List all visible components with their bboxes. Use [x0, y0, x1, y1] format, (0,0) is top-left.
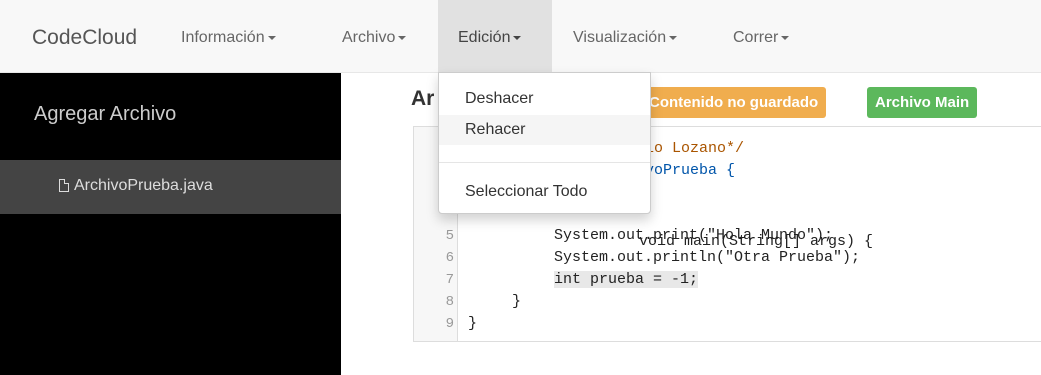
nav-menu-archivo[interactable]: Archivo	[342, 0, 407, 72]
code-line-5: System.out.print("Hola Mundo");	[554, 227, 834, 244]
nav-menu-edicion[interactable]: Edición	[438, 0, 552, 72]
caret-down-icon	[398, 35, 407, 40]
line-number: 7	[445, 272, 454, 288]
nav-label: Archivo	[342, 29, 396, 46]
nav-menu-correr[interactable]: Correr	[733, 0, 790, 72]
menu-item-deshacer[interactable]: Deshacer	[439, 84, 650, 114]
menu-divider	[439, 162, 650, 163]
line-number: 9	[445, 316, 454, 332]
code-line-9: }	[468, 315, 478, 332]
nav-label: Visualización	[573, 29, 667, 46]
unsaved-badge: Contenido no guardado	[641, 87, 827, 118]
line-number: 5	[445, 228, 454, 244]
sidebar: Agregar Archivo ArchivoPrueba.java	[0, 73, 341, 375]
code-line-6: System.out.println("Otra Prueba");	[554, 249, 861, 266]
menu-item-seleccionar-todo[interactable]: Seleccionar Todo	[439, 177, 650, 207]
nav-label: Información	[181, 29, 265, 46]
code-line-7: int prueba = -1;	[554, 269, 699, 291]
main-file-badge: Archivo Main	[867, 87, 978, 118]
caret-down-icon	[669, 35, 678, 40]
caret-down-icon	[267, 35, 276, 40]
file-name: ArchivoPrueba.java	[74, 177, 213, 194]
nav-label: Correr	[733, 29, 779, 46]
nav-menu-visualizacion[interactable]: Visualización	[573, 0, 678, 72]
edicion-dropdown-menu: Deshacer Rehacer Seleccionar Todo	[438, 72, 651, 214]
menu-item-rehacer[interactable]: Rehacer	[439, 115, 650, 145]
caret-down-icon	[781, 35, 790, 40]
nav-menu-informacion[interactable]: Información	[181, 0, 276, 72]
brand-logo[interactable]: CodeCloud	[32, 26, 137, 50]
caret-down-icon	[513, 35, 522, 40]
file-title: Ar	[411, 87, 435, 110]
line-number: 8	[445, 294, 454, 310]
file-icon	[59, 178, 70, 192]
add-file-button[interactable]: Agregar Archivo	[34, 103, 176, 126]
nav-label: Edición	[458, 29, 511, 46]
navbar: CodeCloud Información Archivo Edición Vi…	[0, 0, 1041, 73]
sidebar-file-item[interactable]: ArchivoPrueba.java	[0, 160, 341, 214]
selected-code: int prueba = -1;	[554, 271, 699, 288]
code-line-1: nio Lozano*/	[636, 140, 745, 157]
code-line-8: }	[512, 293, 522, 310]
line-number: 6	[445, 250, 454, 266]
